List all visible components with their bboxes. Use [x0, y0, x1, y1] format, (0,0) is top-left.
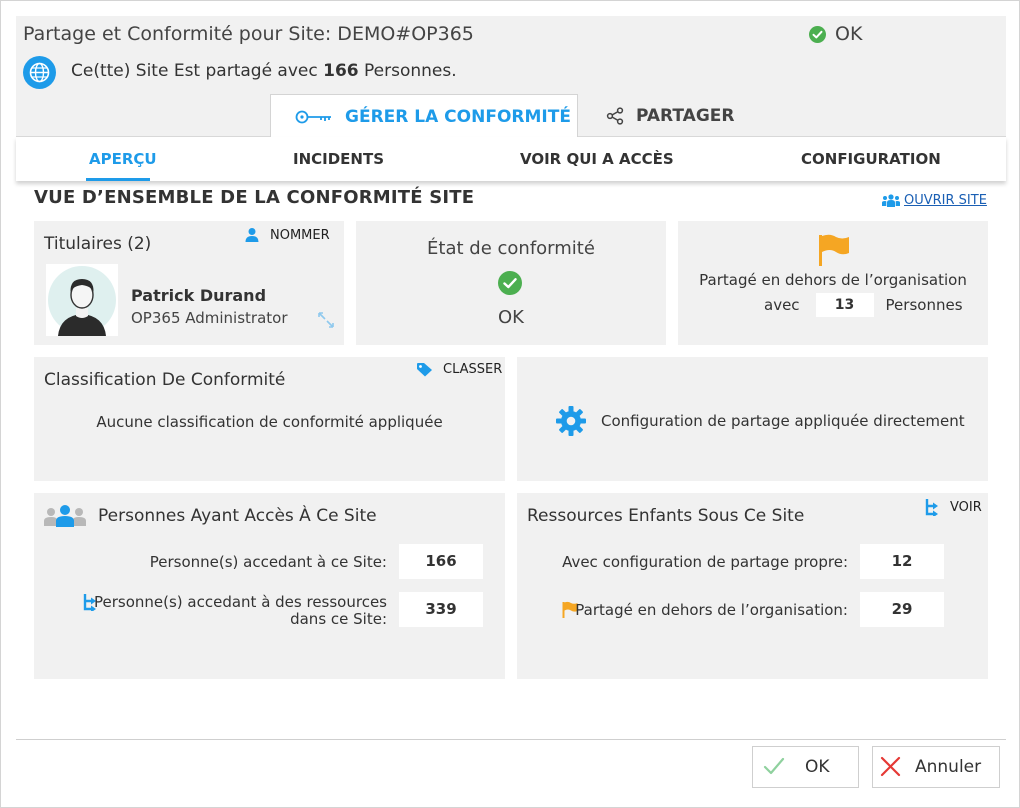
- tab-manage-compliance[interactable]: GÉRER LA CONFORMITÉ: [270, 94, 578, 138]
- subnav-overview[interactable]: APERÇU: [89, 150, 157, 168]
- tag-icon: [417, 363, 432, 377]
- external-persons-label: Personnes: [885, 296, 963, 314]
- classification-text: Aucune classification de conformité appl…: [96, 413, 443, 431]
- footer-divider: [16, 739, 1006, 740]
- classification-heading: Classification De Conformité: [44, 370, 286, 390]
- owners-card: Titulaires (2) NOMMER Patrick Durand OP3…: [34, 221, 344, 345]
- owner-name: Patrick Durand: [131, 286, 267, 305]
- ok-button-label: OK: [805, 757, 830, 777]
- subnav-who-has-access[interactable]: VOIR QUI A ACCÈS: [520, 150, 674, 168]
- share-icon: [606, 106, 624, 125]
- cancel-button[interactable]: Annuler: [872, 746, 1000, 788]
- external-sharing-count-row: avec 13 Personnes: [764, 293, 963, 317]
- child-external-count: 29: [860, 592, 944, 627]
- shared-summary: Ce(tte) Site Est partagé avec 166 Person…: [71, 61, 457, 81]
- dialog-header: Partage et Conformité pour Site: DEMO#OP…: [16, 16, 1006, 138]
- tree-icon: [925, 499, 938, 516]
- compliance-dialog: Partage et Conformité pour Site: DEMO#OP…: [0, 0, 1020, 808]
- child-resources-heading: Ressources Enfants Sous Ce Site: [527, 506, 805, 526]
- dialog-title: Partage et Conformité pour Site: DEMO#OP…: [23, 23, 474, 45]
- sharing-config-text: Configuration de partage appliquée direc…: [601, 412, 965, 430]
- subnav-incidents[interactable]: INCIDENTS: [293, 150, 384, 168]
- cancel-button-label: Annuler: [915, 757, 982, 777]
- assign-owner-label: NOMMER: [270, 227, 330, 243]
- view-children-button[interactable]: VOIR: [924, 498, 982, 516]
- sharing-config-row: Configuration de partage appliquée direc…: [555, 405, 965, 437]
- owner-role: OP365 Administrator: [131, 309, 288, 327]
- classification-card: Classification De Conformité CLASSER Auc…: [34, 357, 505, 481]
- people-access-card: Personnes Ayant Accès À Ce Site Personne…: [34, 493, 505, 679]
- status-text: OK: [835, 23, 863, 45]
- gear-icon: [556, 406, 586, 436]
- people-site-label: Personne(s) accedant à ce Site:: [149, 553, 387, 571]
- external-sharing-text: Partagé en dehors de l’organisation: [699, 271, 967, 289]
- check-circle-icon: [809, 25, 826, 43]
- compliance-state-value: OK: [498, 307, 524, 328]
- key-icon: [295, 110, 331, 123]
- people-resources-label-line2: dans ce Site:: [290, 610, 387, 628]
- external-count: 13: [815, 293, 874, 317]
- view-children-label: VOIR: [950, 499, 982, 515]
- owners-heading: Titulaires (2): [44, 234, 152, 254]
- own-config-label: Avec configuration de partage propre:: [562, 553, 848, 571]
- avatar: [46, 264, 118, 336]
- check-circle-icon: [498, 271, 522, 295]
- own-config-count: 12: [860, 544, 944, 579]
- tab-share-label: PARTAGER: [636, 105, 735, 126]
- external-sharing-card: Partagé en dehors de l’organisation avec…: [678, 221, 988, 345]
- shared-suffix: Personnes.: [358, 61, 457, 81]
- status-indicator: OK: [809, 23, 862, 45]
- compliance-state-card: État de conformité OK: [356, 221, 666, 345]
- ok-button[interactable]: OK: [752, 746, 859, 788]
- open-site-link[interactable]: OUVRIR SITE: [881, 193, 987, 208]
- child-external-label: Partagé en dehors de l’organisation:: [575, 601, 848, 619]
- expand-icon[interactable]: [317, 311, 335, 333]
- check-icon: [763, 757, 785, 775]
- people-icon: [882, 193, 900, 207]
- assign-owner-button[interactable]: NOMMER: [244, 227, 330, 243]
- globe-icon: [23, 56, 56, 89]
- tab-share[interactable]: PARTAGER: [606, 94, 734, 137]
- compliance-state-label: État de conformité: [427, 238, 595, 259]
- active-tab-underline: [86, 178, 150, 181]
- tab-manage-compliance-label: GÉRER LA CONFORMITÉ: [345, 106, 571, 127]
- user-icon: [245, 228, 259, 242]
- section-title: VUE D’ENSEMBLE DE LA CONFORMITÉ SITE: [34, 187, 475, 208]
- people-access-heading: Personnes Ayant Accès À Ce Site: [98, 506, 377, 526]
- people-icon: [44, 505, 86, 527]
- people-resources-label-line1: Personne(s) accedant à des ressources: [93, 593, 387, 611]
- sub-navigation: APERÇU INCIDENTS VOIR QUI A ACCÈS CONFIG…: [16, 137, 1006, 181]
- people-site-count: 166: [399, 544, 483, 579]
- classify-button[interactable]: CLASSER: [416, 362, 502, 377]
- external-with-label: avec: [764, 296, 800, 314]
- child-resources-card: Ressources Enfants Sous Ce Site VOIR Ave…: [517, 493, 988, 679]
- shared-count: 166: [323, 61, 359, 81]
- flag-icon: [818, 233, 850, 271]
- x-icon: [880, 756, 901, 777]
- sharing-config-card: Configuration de partage appliquée direc…: [517, 357, 988, 481]
- shared-prefix: Ce(tte) Site Est partagé avec: [71, 61, 324, 81]
- people-resources-label: Personne(s) accedant à des ressources da…: [94, 594, 387, 628]
- subnav-configuration[interactable]: CONFIGURATION: [801, 150, 941, 168]
- people-resources-count: 339: [399, 592, 483, 627]
- classify-label: CLASSER: [443, 362, 503, 377]
- open-site-label: OUVRIR SITE: [904, 193, 987, 208]
